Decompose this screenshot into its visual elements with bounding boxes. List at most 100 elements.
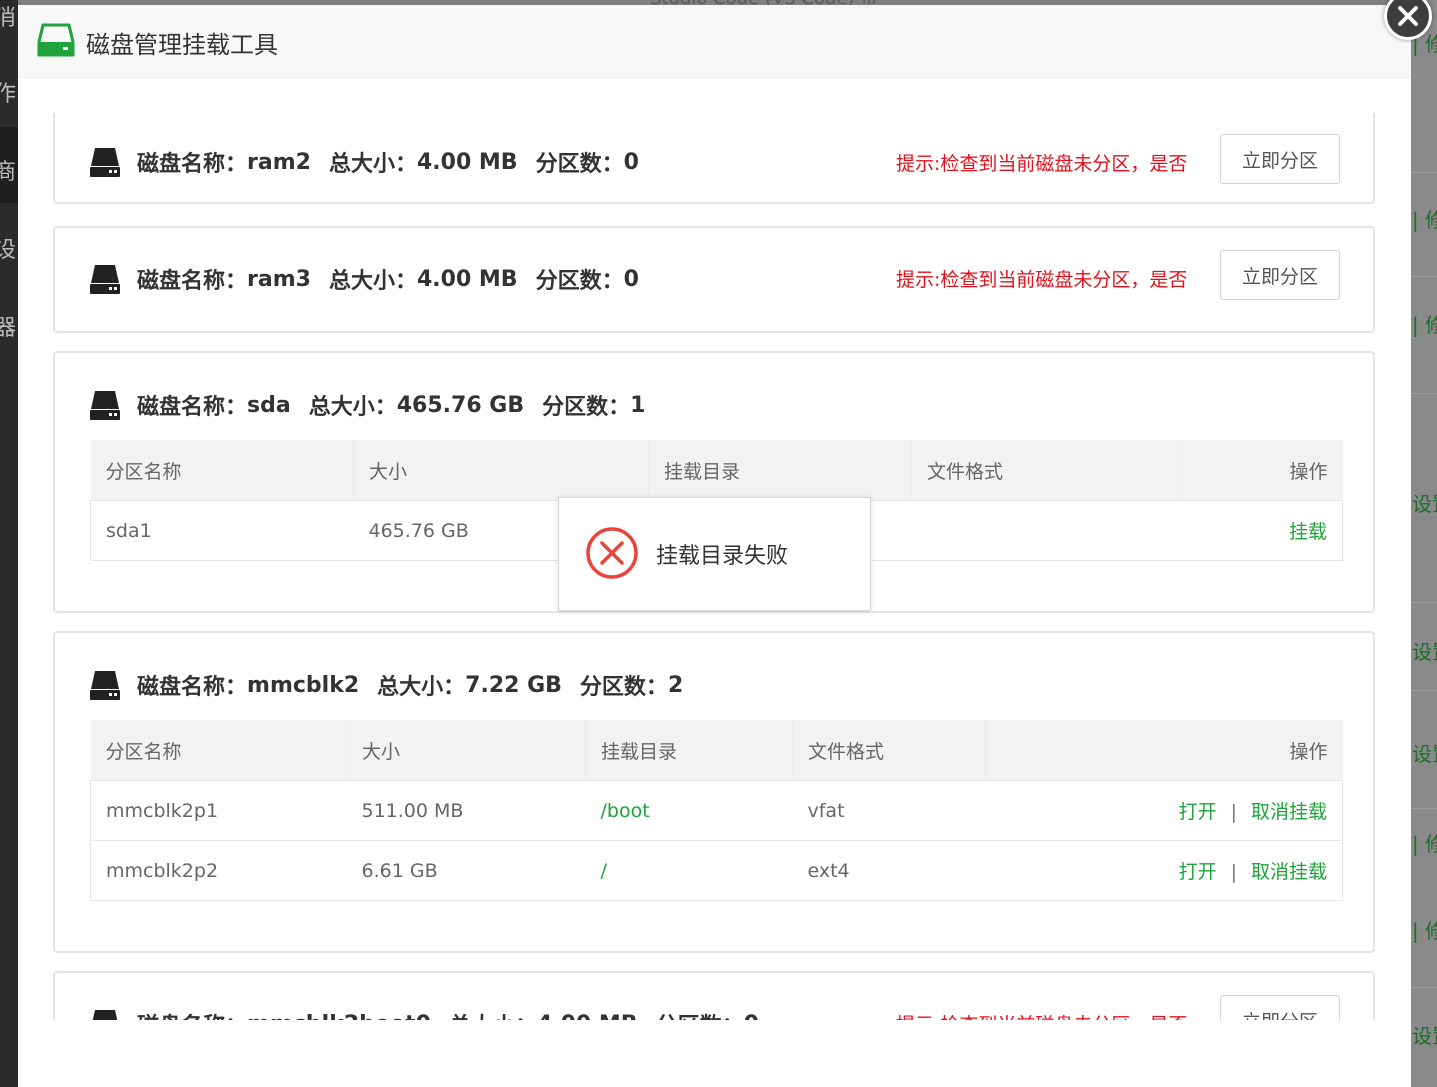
disk-card-mmcblk2: 磁盘名称： mmcblk2 总大小： 7.22 GB 分区数： 2 分区名称 大小 挂… (53, 631, 1375, 953)
total-size-value: 7.22 GB (465, 672, 562, 698)
total-size-label: 总大小： (449, 1008, 537, 1020)
background-sidebar: 消 作 商 设 器 (0, 0, 18, 1087)
table-header-row: 分区名称 大小 挂载目录 文件格式 操作 (90, 720, 1343, 781)
background-link: 设置 (1412, 1024, 1437, 1048)
unmount-link[interactable]: 取消挂载 (1251, 861, 1327, 883)
disk-name-label: 磁盘名称： (137, 269, 248, 294)
background-link: | 修 (1412, 832, 1437, 856)
table-header-row: 分区名称 大小 挂载目录 文件格式 操作 (90, 440, 1343, 501)
column-header-size: 大小 (346, 720, 586, 781)
partition-name-cell: sda1 (90, 500, 354, 561)
unmount-link[interactable]: 取消挂载 (1251, 801, 1327, 823)
column-header-size: 大小 (353, 440, 649, 501)
open-link[interactable]: 打开 (1179, 801, 1217, 823)
background-link: | 修 (1412, 208, 1437, 232)
mount-dir-cell: /boot (585, 780, 793, 841)
disk-name-label: 磁盘名称： (137, 675, 248, 700)
partition-now-button[interactable]: 立即分区 (1220, 134, 1340, 184)
background-row-divider (1411, 690, 1437, 691)
modal-body[interactable]: 磁盘名称： ram2 总大小： 4.00 MB 分区数： 0 提示:检查到当前磁盘未分… (18, 113, 1411, 1020)
background-sidebar-text: 消 (0, 6, 17, 31)
partition-name-cell: mmcblk2p1 (90, 780, 347, 841)
actions-cell: 挂载 (1178, 500, 1343, 561)
partition-count-value: 2 (667, 672, 684, 698)
actions-cell: 打开 | 取消挂载 (985, 840, 1343, 901)
unpartitioned-warning: 提示:检查到当前磁盘未分区，是否 (896, 1010, 1187, 1020)
disk-manager-modal: 磁盘管理挂载工具 磁盘名称： ram2 总大小： 4.00 MB 分区数： 0 提示:… (18, 5, 1411, 1087)
partition-count-value: 0 (623, 266, 639, 292)
column-header-actions: 操作 (985, 720, 1343, 781)
disk-header: 磁盘名称： ram3 总大小： 4.00 MB 分区数： 0 (89, 247, 657, 311)
disk-card-ram2: 磁盘名称： ram2 总大小： 4.00 MB 分区数： 0 提示:检查到当前磁盘未分… (53, 113, 1375, 204)
disk-name-value: ram2 (247, 149, 311, 175)
error-toast: 挂载目录失败 (558, 497, 871, 611)
partition-table: 分区名称 大小 挂载目录 文件格式 操作 mmcblk2p1 511.00 MB… (90, 720, 1343, 901)
partition-size-cell: 511.00 MB (346, 780, 586, 841)
background-row-divider (1411, 808, 1437, 809)
modal-title: 磁盘管理挂载工具 (86, 31, 278, 59)
partition-now-button[interactable]: 立即分区 (1220, 250, 1340, 300)
background-row-divider (1411, 393, 1437, 394)
background-right-column: | 修 | 修 | 修 设置 设置 设置 | 修 | 修 设置 (1411, 0, 1437, 1087)
background-link: 设置 (1412, 640, 1437, 664)
total-size-label: 总大小： (328, 269, 417, 294)
open-link[interactable]: 打开 (1179, 861, 1217, 883)
unpartitioned-warning: 提示:检查到当前磁盘未分区，是否 (896, 153, 1188, 175)
disk-logo-icon (37, 23, 75, 57)
mount-dir-link[interactable]: /boot (601, 800, 650, 822)
background-row-divider (1411, 172, 1437, 173)
disk-card-mmcblk2boot0: 磁盘名称：mmcblk2boot0 总大小：4.00 MB 分区数：0 提示:检… (53, 971, 1375, 1020)
mount-link[interactable]: 挂载 (1289, 521, 1327, 543)
total-size-label: 总大小： (377, 675, 466, 700)
partition-count-value: 1 (630, 392, 646, 418)
total-size-label: 总大小： (308, 395, 397, 420)
total-size-value: 4.00 MB (416, 266, 518, 292)
total-size-value: 465.76 GB (396, 392, 525, 418)
background-link: | 修 (1412, 919, 1437, 943)
disk-name-value: sda (247, 392, 291, 418)
background-sidebar-text: 设 (0, 238, 17, 263)
background-link: 设置 (1412, 742, 1437, 766)
background-link: 设置 (1412, 492, 1437, 516)
disk-header: 磁盘名称：mmcblk2boot0 总大小：4.00 MB 分区数：0 (89, 992, 777, 1020)
hard-disk-icon (90, 265, 120, 294)
background-sidebar-text: 商 (0, 160, 17, 185)
disk-card-ram3: 磁盘名称： ram3 总大小： 4.00 MB 分区数： 0 提示:检查到当前磁盘未分… (53, 226, 1375, 333)
disk-name-label: 磁盘名称： (137, 395, 248, 420)
disk-name-label: 磁盘名称： (137, 1008, 247, 1020)
disk-name-value: mmcblk2boot0 (247, 1012, 431, 1021)
disk-header: 磁盘名称： ram2 总大小： 4.00 MB 分区数： 0 (89, 130, 657, 194)
hard-disk-icon (90, 391, 120, 420)
background-row-divider (1411, 602, 1437, 603)
partition-now-button[interactable]: 立即分区 (1220, 995, 1340, 1020)
background-sidebar-text: 器 (0, 316, 17, 341)
hard-disk-icon (90, 671, 120, 700)
column-header-partition-name: 分区名称 (90, 440, 354, 501)
mount-dir-link[interactable]: / (601, 860, 607, 882)
partition-count-label: 分区数： (535, 269, 624, 294)
partition-count-label: 分区数： (535, 152, 624, 177)
modal-header: 磁盘管理挂载工具 (18, 5, 1411, 78)
table-row: mmcblk2p2 6.61 GB / ext4 打开 | 取消挂载 (90, 840, 1343, 901)
total-size-value: 4.00 MB (537, 1012, 638, 1021)
column-header-filesystem: 文件格式 (911, 440, 1179, 501)
hard-disk-icon (92, 1010, 118, 1020)
filesystem-cell: ext4 (792, 840, 986, 901)
partition-size-cell: 6.61 GB (346, 840, 586, 901)
total-size-label: 总大小： (328, 152, 417, 177)
column-header-actions: 操作 (1178, 440, 1343, 501)
disk-name-label: 磁盘名称： (137, 152, 248, 177)
partition-count-label: 分区数： (579, 675, 668, 700)
disk-name-value: mmcblk2 (247, 672, 360, 698)
action-separator: | (1230, 801, 1237, 823)
table-row: mmcblk2p1 511.00 MB /boot vfat 打开 | 取消挂载 (90, 780, 1343, 841)
background-sidebar-text: 作 (0, 82, 17, 107)
toast-message: 挂载目录失败 (656, 544, 789, 569)
column-header-partition-name: 分区名称 (90, 720, 347, 781)
disk-name-value: ram3 (247, 266, 311, 292)
actions-cell: 打开 | 取消挂载 (985, 780, 1343, 841)
partition-count-value: 0 (623, 149, 639, 175)
column-header-mount-dir: 挂载目录 (648, 440, 912, 501)
error-x-icon (586, 527, 638, 579)
partition-count-value: 0 (744, 1012, 759, 1021)
